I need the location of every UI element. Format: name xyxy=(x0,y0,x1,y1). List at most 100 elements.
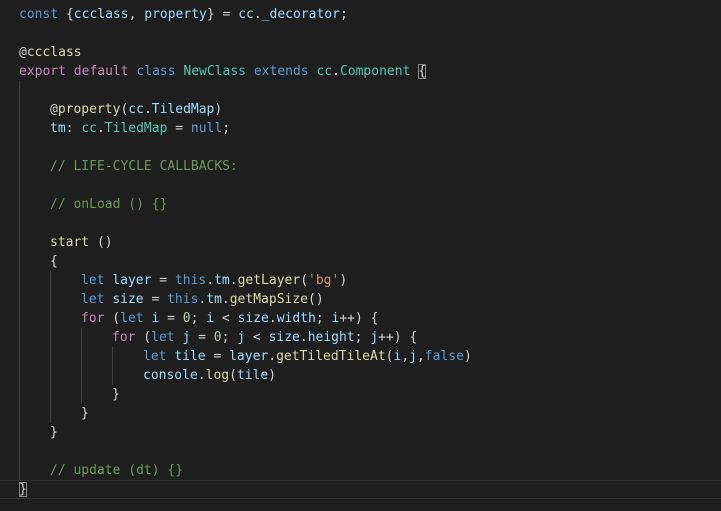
code-token: width xyxy=(276,311,316,326)
code-line[interactable]: start () xyxy=(0,233,721,252)
code-token: ; xyxy=(354,330,371,345)
code-token: layer xyxy=(229,349,269,364)
code-token: tm xyxy=(206,292,222,307)
code-line[interactable] xyxy=(0,214,721,233)
code-token: . xyxy=(143,102,152,117)
code-token: ; xyxy=(190,311,207,326)
code-line[interactable]: export default class NewClass extends cc… xyxy=(0,62,721,81)
code-line[interactable]: @property(cc.TiledMap) xyxy=(0,100,721,119)
indent-guide xyxy=(50,290,51,309)
code-token: cc xyxy=(128,102,144,117)
code-line[interactable]: const {ccclass, property} = cc._decorato… xyxy=(0,5,721,24)
code-line[interactable]: } xyxy=(0,385,721,404)
code-line-content: start () xyxy=(50,233,113,252)
code-line[interactable]: // update (dt) {} xyxy=(0,461,721,480)
code-token: . xyxy=(197,368,206,383)
code-token: let xyxy=(81,273,105,288)
code-token: ) xyxy=(463,349,472,364)
code-token: } xyxy=(112,387,120,402)
code-line[interactable]: @ccclass xyxy=(0,43,721,62)
indent-guide xyxy=(19,404,20,423)
indent-guide xyxy=(19,385,20,404)
code-token: 0 xyxy=(182,311,191,326)
code-token: false xyxy=(424,349,464,364)
code-line[interactable]: for (let j = 0; j < size.height; j++) { xyxy=(0,328,721,347)
code-token: let xyxy=(143,349,167,364)
code-token: } = xyxy=(206,7,239,22)
code-token: ( xyxy=(300,273,309,288)
code-token: property xyxy=(144,7,207,22)
code-line[interactable] xyxy=(0,176,721,195)
code-line-content: console.log(tile) xyxy=(143,366,276,385)
code-token: tile xyxy=(174,349,206,364)
indent-guide xyxy=(19,442,20,461)
code-line[interactable]: } xyxy=(0,480,721,499)
code-token: < xyxy=(214,311,238,326)
code-line[interactable]: console.log(tile) xyxy=(0,366,721,385)
code-token: ) xyxy=(339,273,348,288)
code-line[interactable]: let size = this.tm.getMapSize() xyxy=(0,290,721,309)
code-token: j xyxy=(370,330,379,345)
code-line[interactable] xyxy=(0,81,721,100)
code-token: . xyxy=(299,330,308,345)
code-token: Component xyxy=(339,64,411,79)
code-token: i xyxy=(206,311,215,326)
indent-guide xyxy=(50,271,51,290)
indent-guide xyxy=(19,119,20,138)
code-token: class xyxy=(136,64,176,79)
code-line[interactable]: let tile = layer.getTiledTileAt(i,j,fals… xyxy=(0,347,721,366)
code-token: = xyxy=(159,311,183,326)
code-line-content: // LIFE-CYCLE CALLBACKS: xyxy=(50,157,238,176)
code-line-content: tm: cc.TiledMap = null; xyxy=(50,119,230,138)
code-token: : xyxy=(65,121,82,136)
code-token: cc xyxy=(238,7,254,22)
code-token: = xyxy=(151,273,175,288)
code-token: let xyxy=(120,311,144,326)
code-line-content: } xyxy=(81,404,89,423)
code-token: @ xyxy=(50,102,58,117)
code-token: . xyxy=(268,311,277,326)
code-line[interactable]: // LIFE-CYCLE CALLBACKS: xyxy=(0,157,721,176)
code-line[interactable] xyxy=(0,442,721,461)
code-token: j xyxy=(409,349,417,364)
code-line[interactable] xyxy=(0,24,721,43)
code-editor[interactable]: const {ccclass, property} = cc._decorato… xyxy=(0,0,721,511)
indent-guide xyxy=(81,347,82,366)
code-token: 0 xyxy=(213,330,222,345)
indent-guide xyxy=(50,404,51,423)
indent-guide xyxy=(50,309,51,328)
code-token: = xyxy=(143,292,168,307)
code-line[interactable]: let layer = this.tm.getLayer('bg') xyxy=(0,271,721,290)
code-line[interactable]: { xyxy=(0,252,721,271)
code-line[interactable]: // onLoad () {} xyxy=(0,195,721,214)
code-line[interactable] xyxy=(0,138,721,157)
code-token: height xyxy=(307,330,355,345)
code-line[interactable]: } xyxy=(0,404,721,423)
code-token: ) xyxy=(214,102,223,117)
code-token: . xyxy=(206,273,215,288)
code-token: default xyxy=(73,64,129,79)
code-token: () xyxy=(308,292,324,307)
code-token: { xyxy=(58,7,74,22)
code-line[interactable]: } xyxy=(0,423,721,442)
code-line[interactable]: tm: cc.TiledMap = null; xyxy=(0,119,721,138)
code-token: layer xyxy=(112,273,152,288)
code-line[interactable]: for (let i = 0; i < size.width; i++) { xyxy=(0,309,721,328)
indent-guide xyxy=(19,195,20,214)
code-token: . xyxy=(96,121,105,136)
code-token: . xyxy=(221,292,230,307)
code-token: for xyxy=(112,330,136,345)
code-token: console xyxy=(143,368,198,383)
code-token: TiledMap xyxy=(104,121,168,136)
code-token: null xyxy=(190,121,223,136)
code-token: ccclass xyxy=(26,45,82,60)
matching-bracket: { xyxy=(418,64,427,79)
code-token: // onLoad () {} xyxy=(50,197,168,212)
code-token: NewClass xyxy=(183,64,247,79)
code-line-content: } xyxy=(112,385,120,404)
code-token: ; xyxy=(221,330,238,345)
code-token: let xyxy=(151,330,175,345)
code-line-content: export default class NewClass extends cc… xyxy=(19,62,427,81)
code-token: log xyxy=(205,368,230,383)
